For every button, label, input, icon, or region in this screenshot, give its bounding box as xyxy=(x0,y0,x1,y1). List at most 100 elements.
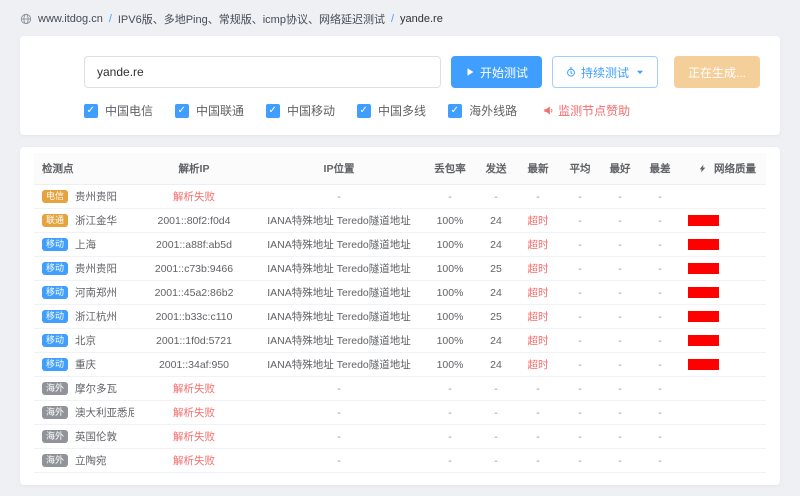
checkbox-checked-icon xyxy=(175,104,189,118)
node-location: 澳大利亚悉尼 xyxy=(75,405,134,420)
latest-value: 超时 xyxy=(516,261,560,276)
node-cell: 海外摩尔多瓦 xyxy=(34,381,134,396)
continuous-test-button[interactable]: 持续测试 xyxy=(552,56,658,88)
node-cell: 移动浙江杭州 xyxy=(34,309,134,324)
chevron-down-icon xyxy=(636,68,644,76)
network-quality-cell xyxy=(680,311,766,322)
col-network-quality-label: 网络质量 xyxy=(714,161,756,176)
resolved-ip: 2001::1f0d:5721 xyxy=(134,335,254,347)
checkbox-overseas[interactable]: 海外线路 xyxy=(448,102,517,119)
quality-bar xyxy=(688,359,719,370)
col-node: 检测点 xyxy=(34,161,134,176)
resolved-ip: 解析失败 xyxy=(134,453,254,468)
sent-count: - xyxy=(476,431,516,443)
latest-value: - xyxy=(516,191,560,203)
latest-value: - xyxy=(516,407,560,419)
node-location: 立陶宛 xyxy=(75,453,107,468)
packet-loss: 100% xyxy=(424,215,476,227)
sent-count: 25 xyxy=(476,311,516,323)
checkbox-label: 中国联通 xyxy=(196,102,244,119)
checkbox-label: 海外线路 xyxy=(469,102,517,119)
table-row: 海外澳大利亚悉尼解析失败------- xyxy=(34,401,766,425)
col-average: 平均 xyxy=(560,161,600,176)
network-quality-cell xyxy=(680,239,766,250)
start-test-button[interactable]: 开始测试 xyxy=(451,56,542,88)
continuous-test-label: 持续测试 xyxy=(581,64,629,81)
host-input[interactable] xyxy=(84,56,441,88)
ip-location: IANA特殊地址 Teredo隧道地址 xyxy=(254,237,424,252)
worst-value: - xyxy=(640,239,680,251)
node-cell: 移动重庆 xyxy=(34,357,134,372)
sent-count: 24 xyxy=(476,287,516,299)
checkbox-checked-icon xyxy=(357,104,371,118)
breadcrumb-domain[interactable]: www.itdog.cn xyxy=(38,13,103,25)
packet-loss: 100% xyxy=(424,359,476,371)
signal-icon xyxy=(698,164,707,173)
breadcrumb-separator: / xyxy=(391,13,394,25)
checkbox-label: 中国多线 xyxy=(378,102,426,119)
resolved-ip: 解析失败 xyxy=(134,405,254,420)
ip-location: - xyxy=(254,407,424,419)
checkbox-china-multiline[interactable]: 中国多线 xyxy=(357,102,426,119)
best-value: - xyxy=(600,311,640,323)
worst-value: - xyxy=(640,263,680,275)
sent-count: 24 xyxy=(476,335,516,347)
quality-bar xyxy=(688,287,719,298)
breadcrumb-separator: / xyxy=(109,13,112,25)
checkbox-china-mobile[interactable]: 中国移动 xyxy=(266,102,335,119)
latest-value: - xyxy=(516,431,560,443)
test-panel: 开始测试 持续测试 正在生成... 中国电信 中国联通 中国移动 xyxy=(20,36,780,135)
worst-value: - xyxy=(640,311,680,323)
packet-loss: 100% xyxy=(424,335,476,347)
breadcrumb-section[interactable]: IPV6版、多地Ping、常规版、icmp协议、网络延迟测试 xyxy=(118,11,385,27)
sent-count: 25 xyxy=(476,263,516,275)
best-value: - xyxy=(600,215,640,227)
average-value: - xyxy=(560,191,600,203)
average-value: - xyxy=(560,311,600,323)
node-location: 贵州贵阳 xyxy=(75,261,117,276)
best-value: - xyxy=(600,335,640,347)
ip-location: - xyxy=(254,431,424,443)
resolved-ip: 2001::34af:950 xyxy=(134,359,254,371)
node-location: 河南郑州 xyxy=(75,285,117,300)
latest-value: 超时 xyxy=(516,357,560,372)
worst-value: - xyxy=(640,287,680,299)
worst-value: - xyxy=(640,335,680,347)
latest-value: 超时 xyxy=(516,309,560,324)
play-icon xyxy=(465,67,475,77)
checkbox-china-telecom[interactable]: 中国电信 xyxy=(84,102,153,119)
ip-location: IANA特殊地址 Teredo隧道地址 xyxy=(254,285,424,300)
worst-value: - xyxy=(640,215,680,227)
latest-value: 超时 xyxy=(516,213,560,228)
sent-count: - xyxy=(476,191,516,203)
table-row: 移动浙江杭州2001::b33c:c110IANA特殊地址 Teredo隧道地址… xyxy=(34,305,766,329)
best-value: - xyxy=(600,431,640,443)
best-value: - xyxy=(600,383,640,395)
col-resolved-ip: 解析IP xyxy=(134,161,254,176)
average-value: - xyxy=(560,359,600,371)
table-row: 电信贵州贵阳解析失败------- xyxy=(34,185,766,209)
ip-location: IANA特殊地址 Teredo隧道地址 xyxy=(254,333,424,348)
table-row: 海外立陶宛解析失败------- xyxy=(34,449,766,473)
col-sent: 发送 xyxy=(476,161,516,176)
table-row: 移动重庆2001::34af:950IANA特殊地址 Teredo隧道地址100… xyxy=(34,353,766,377)
packet-loss: 100% xyxy=(424,311,476,323)
resolved-ip: 解析失败 xyxy=(134,381,254,396)
generating-label: 正在生成... xyxy=(688,64,746,81)
average-value: - xyxy=(560,239,600,251)
average-value: - xyxy=(560,287,600,299)
sent-count: 24 xyxy=(476,215,516,227)
table-body: 电信贵州贵阳解析失败-------联通浙江金华2001::80f2:f0d4IA… xyxy=(34,185,766,473)
node-cell: 海外立陶宛 xyxy=(34,453,134,468)
carrier-badge: 移动 xyxy=(42,238,68,252)
node-location: 浙江杭州 xyxy=(75,309,117,324)
quality-bar xyxy=(688,215,719,226)
checkbox-china-unicom[interactable]: 中国联通 xyxy=(175,102,244,119)
col-best: 最好 xyxy=(600,161,640,176)
carrier-badge: 海外 xyxy=(42,406,68,420)
node-location: 重庆 xyxy=(75,357,96,372)
ip-location: IANA特殊地址 Teredo隧道地址 xyxy=(254,357,424,372)
sent-count: - xyxy=(476,383,516,395)
latest-value: - xyxy=(516,383,560,395)
sponsor-link[interactable]: 监测节点赞助 xyxy=(543,102,630,119)
